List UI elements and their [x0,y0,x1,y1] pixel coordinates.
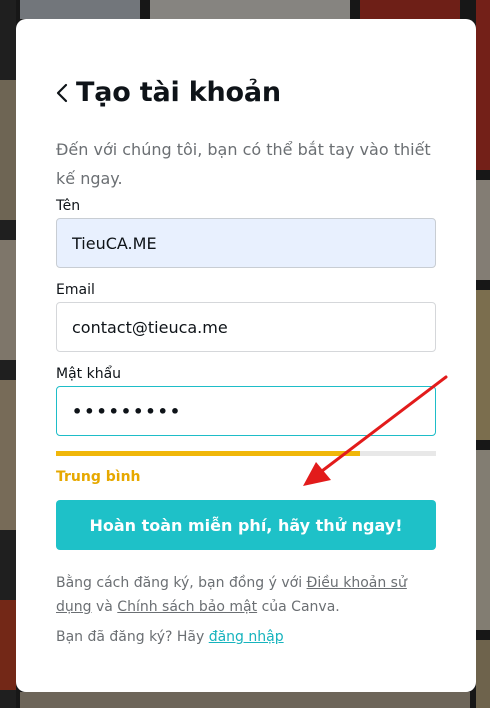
terms-prefix: Bằng cách đăng ký, bạn đồng ý với [56,575,307,591]
terms-text: Bằng cách đăng ký, bạn đồng ý với Điều k… [56,571,436,619]
signup-submit-button[interactable]: Hoàn toàn miễn phí, hãy thử ngay! [56,500,436,550]
password-label: Mật khẩu [56,366,122,382]
login-link[interactable]: đăng nhập [209,629,284,645]
back-chevron-icon[interactable] [56,80,72,106]
modal-header: Tạo tài khoản [56,77,281,108]
modal-title: Tạo tài khoản [76,77,281,108]
password-strength-label: Trung bình [56,469,141,485]
login-prefix: Bạn đã đăng ký? Hãy [56,629,209,645]
name-label: Tên [56,198,81,214]
signup-modal: Tạo tài khoản Đến với chúng tôi, bạn có … [16,19,476,692]
login-prompt: Bạn đã đăng ký? Hãy đăng nhập [56,629,284,645]
password-strength-fill [56,451,360,456]
name-field[interactable] [56,218,436,268]
terms-suffix: của Canva. [257,599,340,615]
email-field[interactable] [56,302,436,352]
privacy-link[interactable]: Chính sách bảo mật [117,599,257,615]
password-strength-meter [56,451,436,456]
modal-subtitle: Đến với chúng tôi, bạn có thể bắt tay và… [56,140,431,188]
email-label: Email [56,282,95,298]
terms-mid: và [91,599,118,615]
password-field[interactable] [56,386,436,436]
